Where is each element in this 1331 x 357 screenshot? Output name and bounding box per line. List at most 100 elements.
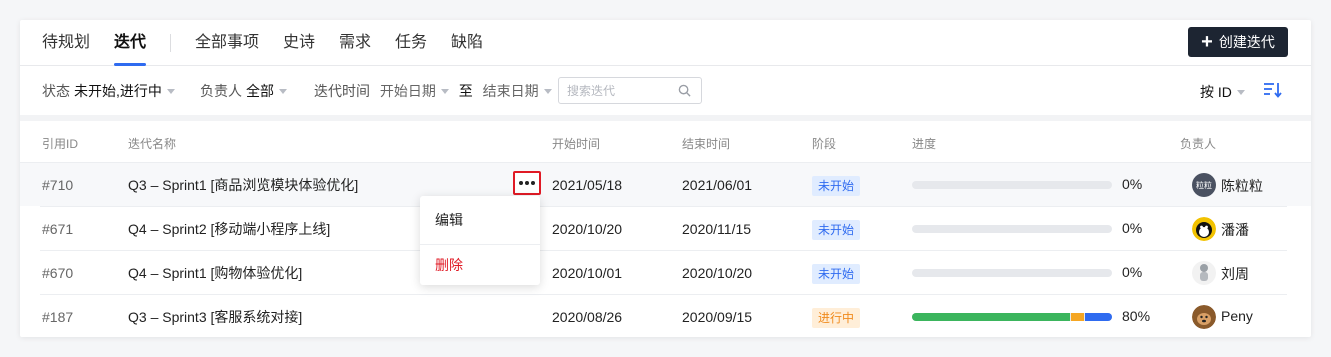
progress-percent: 80% (1122, 308, 1151, 324)
tab-divider (170, 34, 171, 52)
iteration-time-filter: 迭代时间 开始日期 至 结束日期 (314, 82, 552, 100)
row-start: 2021/05/18 (552, 177, 623, 193)
header-name: 迭代名称 (128, 137, 177, 151)
row-owner: 潘潘 (1221, 222, 1249, 238)
chevron-down-icon (543, 89, 552, 94)
avatar (1192, 261, 1216, 285)
row-owner: Peny (1221, 308, 1253, 324)
row-id: #670 (42, 265, 74, 281)
owner-filter-value: 全部 (246, 83, 274, 99)
iteration-panel: 待规划 迭代 全部事项 史诗 需求 任务 缺陷 + 创建迭代 状态 未开始,进行中… (20, 20, 1311, 337)
progress-segment-orange (1071, 313, 1085, 321)
dog-avatar-icon (1192, 305, 1216, 329)
row-id: #710 (42, 177, 74, 193)
status-badge: 进行中 (812, 308, 861, 328)
row-more-button[interactable] (513, 171, 541, 195)
end-date-picker[interactable]: 结束日期 (483, 83, 539, 99)
status-badge: 未开始 (812, 220, 861, 240)
row-end: 2020/09/15 (682, 309, 753, 325)
row-end: 2020/10/20 (682, 265, 753, 281)
row-name[interactable]: Q4 – Sprint1 [购物体验优化] (128, 264, 302, 282)
status-filter-value: 未开始,进行中 (74, 83, 162, 99)
row-action-menu: 编辑 删除 (420, 196, 540, 285)
tab-task[interactable]: 任务 (395, 33, 427, 53)
row-name[interactable]: Q3 – Sprint1 [商品浏览模块体验优化] (128, 176, 358, 194)
header-owner: 负责人 (1180, 137, 1217, 151)
chevron-down-icon (166, 89, 175, 94)
edit-menu-item[interactable]: 编辑 (435, 210, 463, 230)
tab-defect[interactable]: 缺陷 (451, 33, 483, 53)
avatar (1192, 217, 1216, 241)
tab-requirement[interactable]: 需求 (339, 33, 371, 53)
tab-backlog[interactable]: 待规划 (42, 33, 90, 53)
iteration-time-label: 迭代时间 (314, 83, 370, 99)
table-row[interactable]: #670 Q4 – Sprint1 [购物体验优化] 2020/10/01 20… (40, 250, 1287, 294)
avatar (1192, 305, 1216, 329)
sort-order-icon[interactable] (1263, 81, 1283, 99)
dot (531, 181, 535, 185)
sort-select[interactable]: 按 ID (1200, 82, 1245, 102)
row-id: #671 (42, 221, 74, 237)
avatar: 粒粒 (1192, 173, 1216, 197)
table-row[interactable]: #710 Q3 – Sprint1 [商品浏览模块体验优化] 2021/05/1… (20, 162, 1311, 206)
row-owner: 刘周 (1221, 266, 1249, 282)
status-filter[interactable]: 状态 未开始,进行中 (42, 82, 175, 100)
row-start: 2020/10/01 (552, 265, 623, 281)
row-owner: 陈粒粒 (1221, 178, 1263, 194)
dot (525, 181, 529, 185)
header-id: 引用ID (42, 137, 79, 151)
avatar-initials: 粒粒 (1196, 180, 1212, 190)
header-stage: 阶段 (812, 137, 837, 151)
row-id: #187 (42, 309, 74, 325)
create-iteration-label: 创建迭代 (1218, 34, 1275, 50)
search-box (558, 77, 702, 104)
delete-menu-item[interactable]: 删除 (435, 255, 463, 275)
tab-iteration[interactable]: 迭代 (114, 33, 146, 53)
search-input[interactable] (567, 78, 677, 103)
table-row[interactable]: #187 Q3 – Sprint3 [客服系统对接] 2020/08/26 20… (40, 294, 1287, 338)
table-header: 引用ID 迭代名称 开始时间 结束时间 阶段 进度 负责人 (20, 121, 1311, 163)
progress-bar (912, 181, 1112, 189)
plus-icon: + (1201, 31, 1213, 53)
progress-percent: 0% (1122, 264, 1143, 280)
date-range-separator: 至 (458, 83, 473, 99)
progress-bar (912, 313, 1112, 321)
row-start: 2020/10/20 (552, 221, 623, 237)
row-name[interactable]: Q3 – Sprint3 [客服系统对接] (128, 308, 302, 326)
chevron-down-icon (279, 89, 287, 94)
sort-select-value: 按 ID (1200, 84, 1232, 100)
progress-segment-green (912, 313, 1071, 321)
header-progress: 进度 (912, 137, 937, 151)
search-icon[interactable] (678, 84, 691, 97)
progress-bar (912, 269, 1112, 277)
active-tab-indicator (114, 63, 146, 66)
owner-filter-label: 负责人 (200, 83, 242, 99)
row-start: 2020/08/26 (552, 309, 623, 325)
chevron-down-icon (1236, 90, 1245, 95)
row-end: 2020/11/15 (682, 221, 752, 237)
dot (519, 181, 523, 185)
tab-epic[interactable]: 史诗 (283, 33, 315, 53)
chevron-down-icon (440, 89, 449, 94)
status-badge: 未开始 (812, 264, 861, 284)
status-badge: 未开始 (812, 176, 861, 196)
progress-segment-blue (1085, 313, 1112, 321)
header-start: 开始时间 (552, 137, 601, 151)
create-iteration-button[interactable]: + 创建迭代 (1188, 27, 1288, 57)
table-row[interactable]: #671 Q4 – Sprint2 [移动端小程序上线] 2020/10/20 … (40, 206, 1287, 250)
tab-all-items[interactable]: 全部事项 (195, 33, 259, 53)
progress-bar (912, 225, 1112, 233)
progress-percent: 0% (1122, 220, 1143, 236)
row-name[interactable]: Q4 – Sprint2 [移动端小程序上线] (128, 220, 330, 238)
penguin-avatar-icon (1192, 217, 1216, 241)
start-date-picker[interactable]: 开始日期 (380, 83, 436, 99)
progress-percent: 0% (1122, 176, 1143, 192)
tab-bar: 待规划 迭代 全部事项 史诗 需求 任务 缺陷 + 创建迭代 (20, 20, 1311, 66)
status-filter-label: 状态 (42, 83, 70, 99)
row-end: 2021/06/01 (682, 177, 753, 193)
header-end: 结束时间 (682, 137, 731, 151)
owner-filter[interactable]: 负责人 全部 (200, 82, 287, 100)
filter-bar: 状态未开始,进行中 负责人全部 迭代时间 开始日期 至 结束日期 按 ID (20, 67, 1311, 115)
menu-divider (420, 244, 540, 245)
figure-avatar-icon (1200, 264, 1208, 281)
